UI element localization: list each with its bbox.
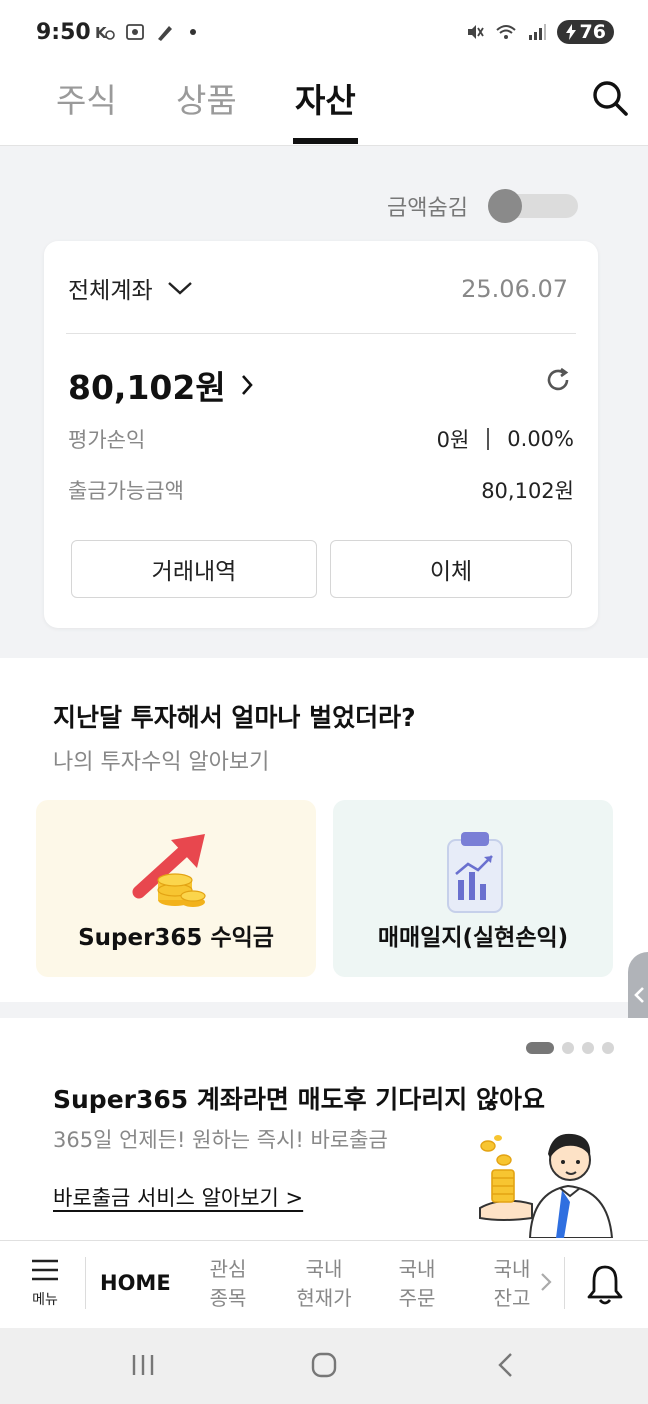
system-nav-bar (0, 1328, 648, 1404)
account-selector-label: 전체계좌 (68, 278, 153, 304)
screenshot-icon (126, 24, 144, 40)
chevron-down-icon (167, 282, 192, 295)
home-icon[interactable] (310, 1352, 338, 1378)
refresh-icon[interactable] (544, 366, 572, 394)
nav-watchlist[interactable]: 관심 종목 (193, 1255, 263, 1313)
notification-icons: K (94, 22, 196, 42)
trading-journal-tile[interactable]: 매매일지(실현손익) (333, 800, 613, 977)
promo-link[interactable]: 바로출금 서비스 알아보기 > (53, 1182, 303, 1212)
hide-amount-row: 금액숨김 (387, 189, 578, 223)
super365-profit-label: Super365 수익금 (78, 925, 274, 951)
carrier-icon: K (95, 24, 115, 42)
super365-profit-tile[interactable]: Super365 수익금 (36, 800, 316, 977)
menu-label: 메뉴 (32, 1292, 58, 1308)
nav-domestic-balance-line1: 국내 (493, 1257, 531, 1281)
battery-level: 76 (579, 21, 606, 43)
status-bar: 9:50 K 76 (0, 0, 648, 66)
tab-assets[interactable]: 자산 (295, 74, 356, 122)
trading-journal-label: 매매일지(실현손익) (377, 925, 569, 951)
pl-rate: 0.00% (507, 427, 574, 451)
recent-apps-icon[interactable] (130, 1352, 156, 1378)
tab-stocks[interactable]: 주식 (56, 74, 117, 122)
carousel-indicator (526, 1042, 614, 1054)
total-balance: 80,102원 (68, 368, 226, 407)
invest-subtitle: 나의 투자수익 알아보기 (53, 750, 270, 775)
pl-separator (487, 428, 490, 450)
toggle-knob (488, 189, 522, 223)
pl-value: 0원 0.00% (437, 424, 574, 454)
battery-indicator: 76 (556, 20, 614, 44)
search-icon[interactable] (590, 78, 630, 118)
top-tab-bar: 주식 상품 자산 (0, 66, 648, 146)
nav-domestic-order-line2: 주문 (398, 1286, 436, 1310)
transfer-button[interactable]: 이체 (330, 540, 572, 598)
hide-amount-label: 금액숨김 (387, 196, 468, 221)
promo-title: Super365 계좌라면 매도후 기다리지 않아요 (53, 1085, 545, 1114)
nav-domestic-balance-line2: 잔고 (493, 1286, 531, 1310)
nav-home[interactable]: HOME (100, 1271, 171, 1295)
tab-products[interactable]: 상품 (176, 74, 237, 122)
carousel-dot (582, 1042, 594, 1054)
promo-subtitle: 365일 언제든! 원하는 즉시! 바로출금 (53, 1128, 388, 1152)
nav-domestic-order[interactable]: 국내 주문 (382, 1255, 452, 1313)
wifi-icon (495, 25, 516, 39)
nav-domestic-quote-line1: 국내 (305, 1257, 343, 1281)
person-with-coins-illustration (479, 1133, 614, 1238)
mute-icon (467, 25, 484, 39)
pl-amount: 0원 (436, 428, 470, 452)
nav-divider (564, 1257, 565, 1309)
carousel-dot (602, 1042, 614, 1054)
account-date: 25.06.07 (461, 275, 568, 303)
carousel-dot-active (526, 1042, 554, 1054)
hamburger-icon (32, 1259, 58, 1281)
account-summary-card: 전체계좌 25.06.07 80,102원 평가손익 0원 0.00% 출금가능… (44, 241, 598, 628)
total-balance-link[interactable]: 80,102원 (68, 361, 254, 409)
charging-icon (565, 24, 576, 40)
nav-scroll-right-icon[interactable] (540, 1271, 552, 1293)
coins-arrow-icon (132, 834, 206, 907)
card-divider (66, 333, 576, 334)
bell-icon[interactable] (586, 1263, 624, 1307)
signal-icon (528, 24, 546, 40)
menu-button[interactable]: 메뉴 (22, 1259, 68, 1309)
pl-label: 평가손익 (68, 428, 146, 452)
nav-divider (85, 1257, 86, 1309)
carousel-dot (562, 1042, 574, 1054)
nav-domestic-quote[interactable]: 국내 현재가 (288, 1255, 360, 1313)
history-button[interactable]: 거래내역 (71, 540, 317, 598)
nav-domestic-balance[interactable]: 국내 잔고 (477, 1255, 547, 1313)
clipboard-chart-icon (447, 832, 503, 913)
hide-amount-toggle[interactable] (488, 189, 578, 223)
more-notifications-dot (190, 29, 196, 35)
back-icon[interactable] (496, 1352, 516, 1378)
withdrawable-amount: 80,102원 (481, 479, 574, 503)
nav-watchlist-line2: 종목 (209, 1286, 247, 1310)
system-icons: 76 (465, 20, 614, 44)
promo-banner[interactable]: Super365 계좌라면 매도후 기다리지 않아요 365일 언제든! 원하는… (0, 1018, 648, 1240)
nav-domestic-quote-line2: 현재가 (296, 1286, 352, 1310)
nav-watchlist-line1: 관심 (209, 1257, 247, 1281)
active-tab-indicator (293, 138, 358, 144)
status-time: 9:50 (36, 20, 91, 45)
chevron-right-icon (241, 375, 253, 395)
withdrawable-label: 출금가능금액 (68, 479, 184, 503)
chevron-left-icon (634, 987, 644, 1003)
bottom-nav: 메뉴 HOME 관심 종목 국내 현재가 국내 주문 국내 잔고 (0, 1240, 648, 1328)
nav-domestic-order-line1: 국내 (398, 1257, 436, 1281)
account-selector[interactable]: 전체계좌 (68, 271, 193, 305)
invest-title: 지난달 투자해서 얼마나 벌었더라? (53, 703, 416, 732)
pen-icon (158, 26, 172, 41)
investment-returns-section: 지난달 투자해서 얼마나 벌었더라? 나의 투자수익 알아보기 Super365… (0, 658, 648, 1002)
